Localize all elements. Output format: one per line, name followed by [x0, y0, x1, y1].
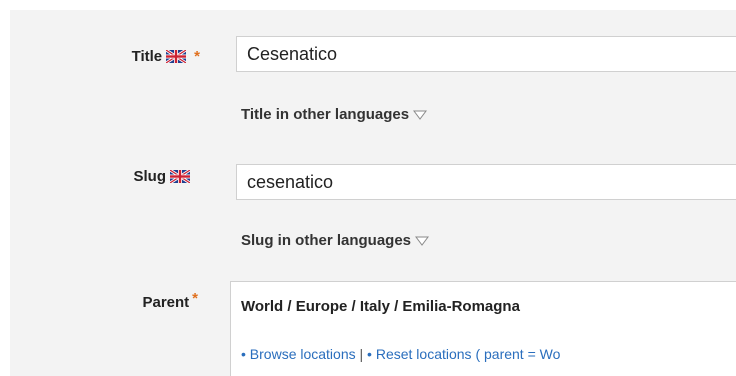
location-edit-form-frame: Title * Title in other languages [0, 0, 736, 376]
parent-path: World / Europe / Italy / Emilia-Romagna [241, 298, 520, 315]
uk-flag-icon [170, 170, 190, 183]
title-label: Title * [132, 48, 200, 65]
slug-other-languages-toggle[interactable]: Slug in other languages [241, 232, 430, 249]
parent-actions: • Browse locations | • Reset locations (… [241, 346, 560, 362]
slug-input[interactable] [236, 164, 736, 200]
title-other-languages-toggle[interactable]: Title in other languages [241, 106, 428, 123]
slug-label-text: Slug [133, 168, 167, 185]
parent-required-star: * [192, 290, 198, 307]
parent-selector-box: World / Europe / Italy / Emilia-Romagna … [230, 281, 736, 376]
parent-label-text: Parent [142, 294, 190, 311]
browse-locations-link[interactable]: • Browse locations [241, 346, 356, 362]
parent-links-separator: | [355, 346, 368, 362]
title-label-cell: Title * [10, 48, 200, 72]
title-other-languages-label: Title in other languages [241, 106, 410, 123]
parent-label-cell: Parent * [10, 290, 200, 318]
triangle-down-icon [415, 236, 430, 246]
parent-label: Parent * [142, 290, 198, 311]
triangle-down-icon [413, 110, 428, 120]
title-input[interactable] [236, 36, 736, 72]
title-required-star: * [194, 48, 200, 65]
uk-flag-icon [166, 50, 187, 63]
slug-label-cell: Slug [10, 168, 200, 192]
reset-locations-link[interactable]: • Reset locations ( parent = Wo [367, 346, 560, 362]
form-panel: Title * Title in other languages [10, 10, 736, 376]
slug-other-languages-label: Slug in other languages [241, 232, 412, 249]
title-label-text: Title [131, 48, 163, 65]
slug-label: Slug [133, 168, 190, 185]
